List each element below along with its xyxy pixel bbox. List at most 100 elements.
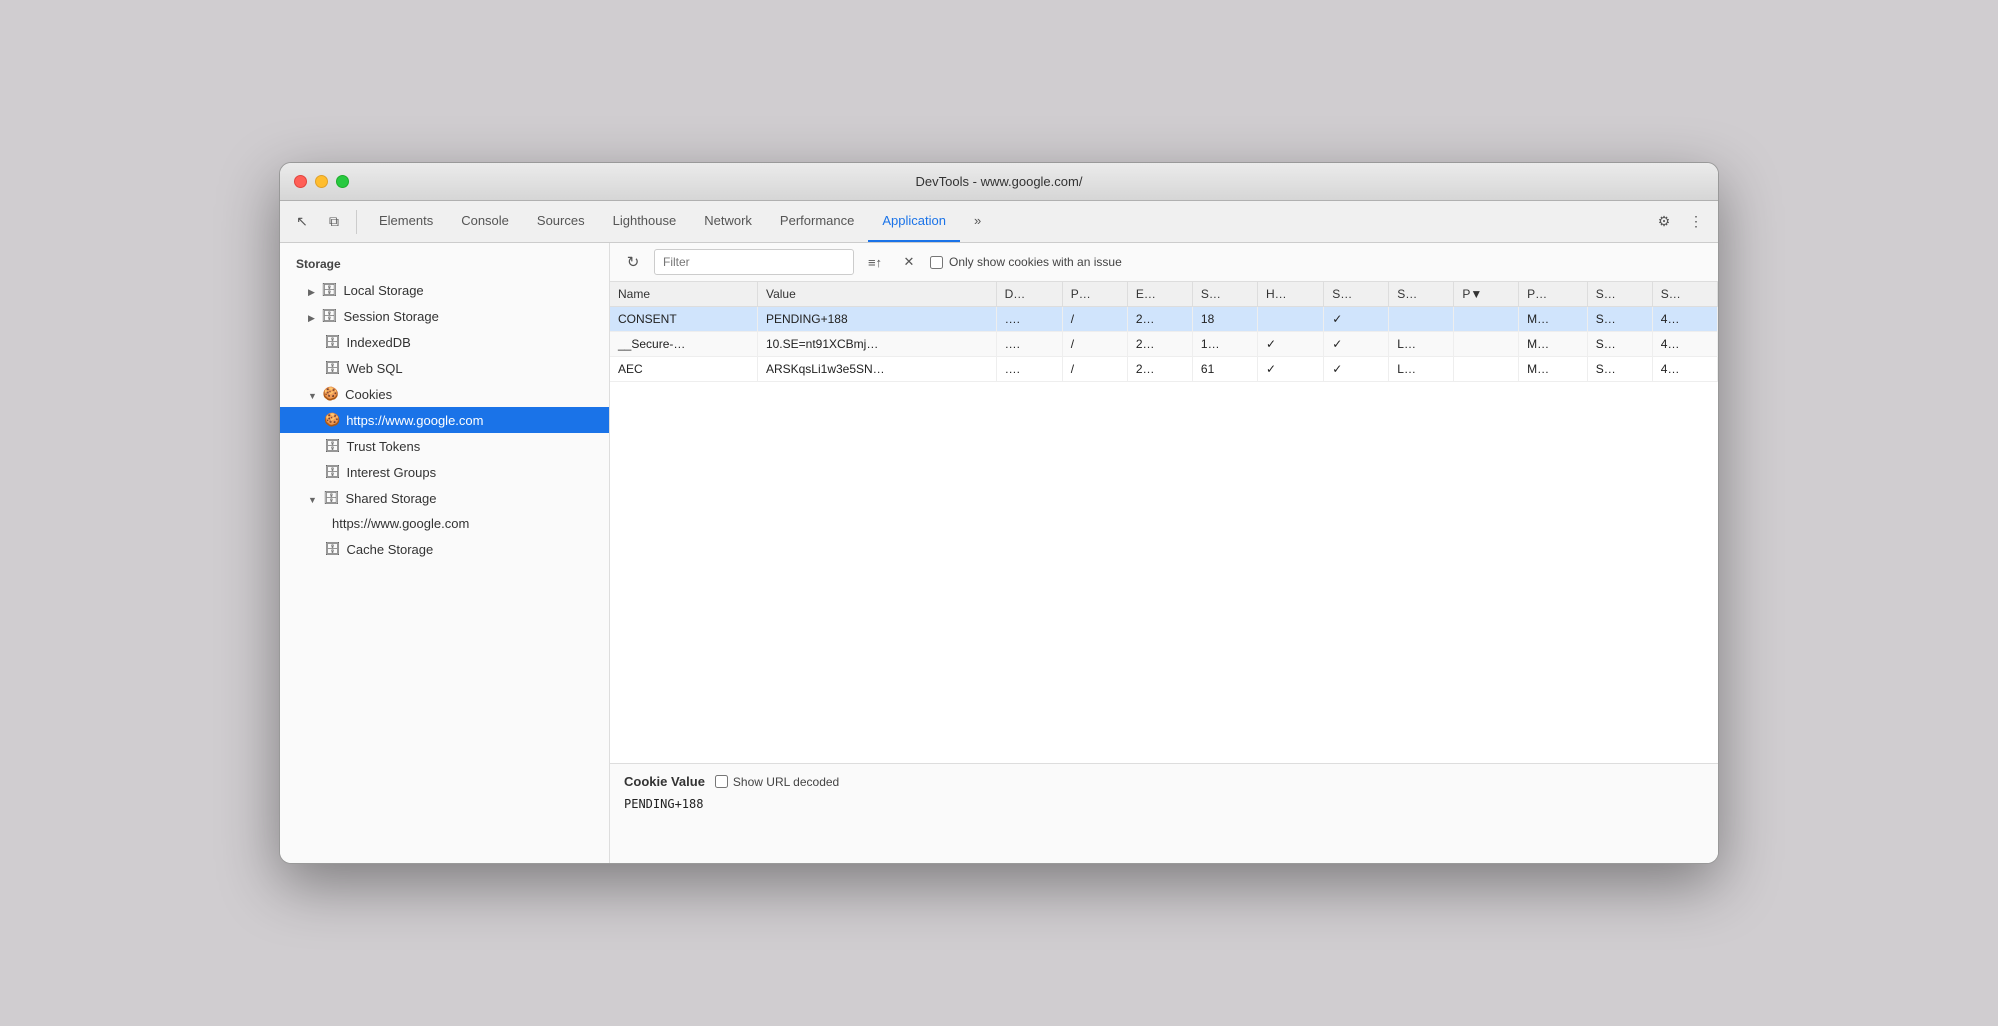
sidebar-item-cookies-google[interactable]: 🍪 https://www.google.com <box>280 407 609 433</box>
sidebar-item-shared-storage-google[interactable]: https://www.google.com <box>280 511 609 536</box>
cell-s: 18 <box>1192 307 1257 332</box>
cell-s4: S… <box>1587 357 1652 382</box>
cell-h <box>1257 307 1323 332</box>
tab-network[interactable]: Network <box>690 201 766 242</box>
cell-e: 2… <box>1127 307 1192 332</box>
cell-s4: S… <box>1587 332 1652 357</box>
cell-p2: M… <box>1519 307 1588 332</box>
cell-s2: ✓ <box>1324 332 1389 357</box>
sidebar-item-shared-storage[interactable]: 🗄 Shared Storage <box>280 485 609 511</box>
cookie-value-panel: Cookie Value Show URL decoded PENDING+18… <box>610 763 1718 863</box>
cell-e: 2… <box>1127 332 1192 357</box>
arrow-down-icon <box>308 387 317 402</box>
tab-sources[interactable]: Sources <box>523 201 599 242</box>
col-s3[interactable]: S… <box>1389 282 1454 307</box>
cursor-tool-button[interactable]: ↖ <box>288 208 316 236</box>
table-row[interactable]: AEC ARSKqsLi1w3e5SN… …. / 2… 61 ✓ ✓ L… M… <box>610 357 1718 382</box>
col-e[interactable]: E… <box>1127 282 1192 307</box>
cell-name: CONSENT <box>610 307 757 332</box>
cell-s5: 4… <box>1652 307 1717 332</box>
tab-elements[interactable]: Elements <box>365 201 447 242</box>
cookies-table-container: Name Value D… P… E… S… H… S… S… P▼ P… S… <box>610 282 1718 763</box>
cookies-only-checkbox[interactable] <box>930 256 943 269</box>
cell-d: …. <box>996 307 1062 332</box>
col-value[interactable]: Value <box>757 282 996 307</box>
cookies-only-checkbox-label[interactable]: Only show cookies with an issue <box>930 255 1122 269</box>
close-filter-icon[interactable]: ✕ <box>896 249 922 275</box>
tab-console[interactable]: Console <box>447 201 523 242</box>
table-row[interactable]: CONSENT PENDING+188 …. / 2… 18 ✓ M… S… <box>610 307 1718 332</box>
sidebar-item-indexeddb[interactable]: 🗄 IndexedDB <box>280 329 609 355</box>
tab-bar: Elements Console Sources Lighthouse Netw… <box>365 201 1646 242</box>
col-s2[interactable]: S… <box>1324 282 1389 307</box>
col-d[interactable]: D… <box>996 282 1062 307</box>
table-row[interactable]: __Secure-… 10.SE=nt91XCBmj… …. / 2… 1… ✓… <box>610 332 1718 357</box>
col-pv[interactable]: P▼ <box>1454 282 1519 307</box>
col-s5[interactable]: S… <box>1652 282 1717 307</box>
minimize-button[interactable] <box>315 175 328 188</box>
sidebar-item-cookies[interactable]: 🍪 Cookies <box>280 381 609 407</box>
inspect-button[interactable]: ⧉ <box>320 208 348 236</box>
cell-s2: ✓ <box>1324 307 1389 332</box>
cell-h: ✓ <box>1257 332 1323 357</box>
sidebar-item-interest-groups[interactable]: 🗄 Interest Groups <box>280 459 609 485</box>
titlebar: DevTools - www.google.com/ <box>280 163 1718 201</box>
cell-value: 10.SE=nt91XCBmj… <box>757 332 996 357</box>
maximize-button[interactable] <box>336 175 349 188</box>
toolbar-actions: ⚙ ⋮ <box>1650 208 1710 236</box>
toolbar: ↖ ⧉ Elements Console Sources Lighthouse … <box>280 201 1718 243</box>
tab-overflow-button[interactable]: » <box>960 201 995 242</box>
cell-s3 <box>1389 307 1454 332</box>
cell-p2: M… <box>1519 332 1588 357</box>
cell-p: / <box>1062 357 1127 382</box>
col-s4[interactable]: S… <box>1587 282 1652 307</box>
cell-p: / <box>1062 307 1127 332</box>
tab-lighthouse[interactable]: Lighthouse <box>599 201 691 242</box>
sidebar-item-cache-storage[interactable]: 🗄 Cache Storage <box>280 536 609 562</box>
devtools-window: DevTools - www.google.com/ ↖ ⧉ Elements … <box>279 162 1719 864</box>
cell-p2: M… <box>1519 357 1588 382</box>
cell-e: 2… <box>1127 357 1192 382</box>
col-p2[interactable]: P… <box>1519 282 1588 307</box>
cell-d: …. <box>996 357 1062 382</box>
cell-s3: L… <box>1389 357 1454 382</box>
show-url-decoded-label[interactable]: Show URL decoded <box>715 775 839 789</box>
sidebar-item-local-storage[interactable]: 🗄 Local Storage <box>280 277 609 303</box>
show-url-decoded-checkbox[interactable] <box>715 775 728 788</box>
sidebar-item-web-sql[interactable]: 🗄 Web SQL <box>280 355 609 381</box>
tab-application[interactable]: Application <box>868 201 960 242</box>
col-s[interactable]: S… <box>1192 282 1257 307</box>
more-options-button[interactable]: ⋮ <box>1682 208 1710 236</box>
close-button[interactable] <box>294 175 307 188</box>
cell-s5: 4… <box>1652 357 1717 382</box>
cell-name: AEC <box>610 357 757 382</box>
cell-s2: ✓ <box>1324 357 1389 382</box>
sidebar-item-trust-tokens[interactable]: 🗄 Trust Tokens <box>280 433 609 459</box>
cell-value: PENDING+188 <box>757 307 996 332</box>
toolbar-separator <box>356 210 357 234</box>
tab-performance[interactable]: Performance <box>766 201 868 242</box>
cookie-value-title: Cookie Value <box>624 774 705 789</box>
settings-button[interactable]: ⚙ <box>1650 208 1678 236</box>
arrow-right-icon <box>308 309 315 324</box>
sidebar-item-session-storage[interactable]: 🗄 Session Storage <box>280 303 609 329</box>
cell-s4: S… <box>1587 307 1652 332</box>
cell-h: ✓ <box>1257 357 1323 382</box>
cookie-value-text: PENDING+188 <box>624 797 1704 811</box>
arrow-down-icon <box>308 491 317 506</box>
cell-pv <box>1454 332 1519 357</box>
cell-pv <box>1454 357 1519 382</box>
cell-d: …. <box>996 332 1062 357</box>
cell-pv <box>1454 307 1519 332</box>
col-name[interactable]: Name <box>610 282 757 307</box>
clear-filter-icon[interactable]: ≡↑ <box>862 249 888 275</box>
col-p[interactable]: P… <box>1062 282 1127 307</box>
refresh-button[interactable]: ↻ <box>620 249 646 275</box>
filter-input[interactable] <box>654 249 854 275</box>
main-content: Storage 🗄 Local Storage 🗄 Session Storag… <box>280 243 1718 863</box>
cookies-table: Name Value D… P… E… S… H… S… S… P▼ P… S… <box>610 282 1718 382</box>
col-h[interactable]: H… <box>1257 282 1323 307</box>
storage-section-header: Storage <box>280 251 609 277</box>
cell-name: __Secure-… <box>610 332 757 357</box>
arrow-right-icon <box>308 283 315 298</box>
